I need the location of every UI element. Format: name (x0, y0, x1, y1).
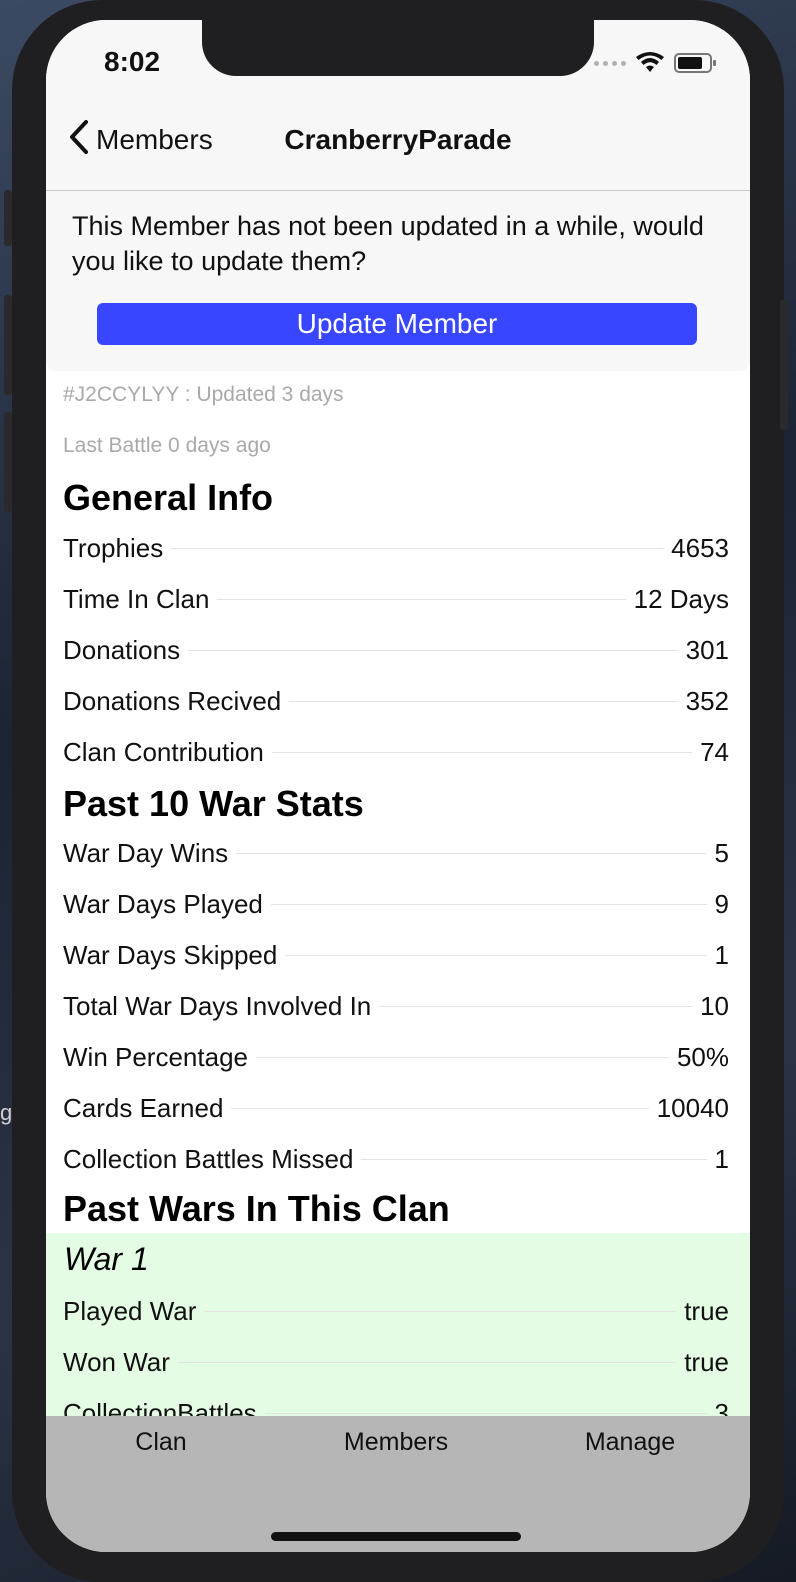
phone-screen: 8:02 Members CranberryParade This Member… (46, 20, 750, 1552)
last-battle-line: Last Battle 0 days ago (63, 434, 271, 457)
battery-icon (674, 52, 718, 74)
stat-value: 1 (714, 939, 729, 970)
stat-row: Cards Earned 10040 (63, 1088, 729, 1128)
stat-row: Time In Clan 12 Days (63, 579, 729, 619)
section-title-general: General Info (63, 477, 274, 518)
side-button (4, 295, 12, 395)
stat-value: true (684, 1295, 729, 1326)
war-title: War 1 (64, 1241, 149, 1277)
stat-label: War Day Wins (63, 837, 229, 868)
tab-manage[interactable]: Manage (530, 1428, 730, 1457)
stat-row: War Day Wins 5 (63, 833, 729, 873)
tab-members[interactable]: Members (296, 1428, 496, 1457)
page-title: CranberryParade (284, 124, 512, 155)
stat-value: true (684, 1346, 729, 1377)
update-member-button[interactable]: Update Member (97, 303, 697, 345)
stat-row: Trophies 4653 (63, 528, 729, 568)
leader-line (270, 903, 707, 905)
navigation-bar: Members CranberryParade (46, 98, 750, 191)
stat-value: 10040 (656, 1092, 729, 1123)
stat-label: Collection Battles Missed (63, 1143, 354, 1174)
home-indicator[interactable] (271, 1532, 521, 1541)
status-time: 8:02 (104, 46, 161, 77)
leader-line (217, 598, 626, 600)
stat-value: 50% (676, 1041, 729, 1072)
stat-value: 301 (685, 634, 729, 665)
stat-label: Donations Recived (63, 685, 282, 716)
wifi-icon (636, 52, 664, 74)
stat-value: 4653 (671, 532, 729, 563)
leader-line (171, 547, 664, 549)
background-edge-letter: g (0, 1100, 13, 1125)
stat-row: Donations 301 (63, 630, 729, 670)
member-tag-line: #J2CCYLYY : Updated 3 days (63, 383, 344, 406)
signal-dots-icon (594, 60, 626, 66)
side-button (4, 412, 12, 512)
leader-line (204, 1310, 677, 1312)
update-message: This Member has not been updated in a wh… (72, 211, 704, 276)
status-bar: 8:02 (46, 20, 750, 98)
leader-line (236, 852, 707, 854)
leader-line (379, 1005, 693, 1007)
leader-line (264, 1412, 707, 1414)
war-stat-row: CollectionBattles 3 (63, 1393, 729, 1417)
stat-row: Win Percentage 50% (63, 1037, 729, 1077)
stat-value: 10 (700, 990, 729, 1021)
stat-label: Win Percentage (63, 1041, 248, 1072)
stat-row: War Days Skipped 1 (63, 935, 729, 975)
notch (202, 20, 594, 76)
war-stat-row: Won War true (63, 1342, 729, 1382)
stat-label: Clan Contribution (63, 736, 264, 767)
side-button (780, 300, 788, 430)
section-title-past-wars: Past Wars In This Clan (63, 1188, 450, 1229)
stat-value: 12 Days (633, 583, 729, 614)
stat-value: 352 (685, 685, 729, 716)
leader-line (289, 700, 678, 702)
stat-row: Collection Battles Missed 1 (63, 1139, 729, 1179)
stat-value: 9 (714, 888, 729, 919)
stat-label: Won War (63, 1346, 170, 1377)
leader-line (285, 954, 707, 956)
tab-clan[interactable]: Clan (61, 1428, 261, 1457)
stat-row: War Days Played 9 (63, 884, 729, 924)
stat-label: Cards Earned (63, 1092, 224, 1123)
leader-line (188, 649, 678, 651)
member-detail-scroll[interactable]: #J2CCYLYY : Updated 3 days Last Battle 0… (46, 371, 750, 1416)
leader-line (361, 1158, 707, 1160)
stat-label: CollectionBattles (63, 1397, 257, 1417)
stat-label: War Days Skipped (63, 939, 278, 970)
stat-label: Trophies (63, 532, 164, 563)
war-stat-row: Played War true (63, 1291, 729, 1331)
stat-row: Clan Contribution 74 (63, 732, 729, 772)
stat-label: War Days Played (63, 888, 263, 919)
stat-row: Total War Days Involved In 10 (63, 986, 729, 1026)
side-button (4, 190, 12, 246)
stat-label: Donations (63, 634, 181, 665)
leader-line (231, 1107, 649, 1109)
section-title-war-stats: Past 10 War Stats (63, 783, 364, 824)
leader-line (255, 1056, 669, 1058)
stat-label: Played War (63, 1295, 197, 1326)
stat-row: Donations Recived 352 (63, 681, 729, 721)
leader-line (177, 1361, 677, 1363)
leader-line (271, 751, 693, 753)
update-panel: This Member has not been updated in a wh… (46, 191, 750, 371)
stat-label: Time In Clan (63, 583, 210, 614)
stat-value: 3 (714, 1397, 729, 1417)
stat-label: Total War Days Involved In (63, 990, 372, 1021)
stat-value: 5 (714, 837, 729, 868)
stat-value: 74 (700, 736, 729, 767)
stat-value: 1 (714, 1143, 729, 1174)
war-card: War 1 Played War true Won War true Collect… (46, 1233, 750, 1416)
status-icons (594, 52, 718, 74)
